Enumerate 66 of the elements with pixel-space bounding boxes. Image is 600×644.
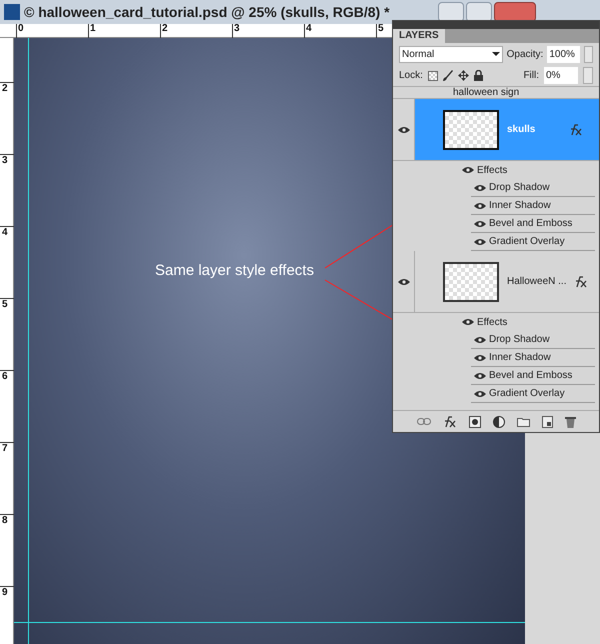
slider-arrow-button[interactable] <box>584 46 594 62</box>
ruler-number: 8 <box>2 515 8 526</box>
trash-icon[interactable] <box>564 416 576 428</box>
minimize-button[interactable] <box>438 2 464 22</box>
ruler-number: 4 <box>306 23 312 34</box>
window-title: © halloween_card_tutorial.psd @ 25% (skulls, RGB/8) * <box>24 2 390 22</box>
maximize-button[interactable] <box>466 2 492 22</box>
ruler-number: 7 <box>2 443 8 454</box>
ruler-number: 1 <box>90 23 96 34</box>
ruler-number: 6 <box>2 371 8 382</box>
ruler-number: 9 <box>2 587 8 598</box>
ruler-number: 5 <box>378 23 384 34</box>
eye-icon[interactable] <box>462 166 474 174</box>
eye-icon[interactable] <box>462 318 474 326</box>
eye-icon[interactable] <box>474 354 486 362</box>
effect-name[interactable]: Gradient Overlay <box>489 386 565 401</box>
opacity-field[interactable]: 100% <box>547 46 580 62</box>
effect-name[interactable]: Inner Shadow <box>489 198 551 213</box>
blend-mode-dropdown[interactable]: Normal <box>399 46 503 62</box>
effect-name[interactable]: Drop Shadow <box>489 332 550 347</box>
slider-arrow-button[interactable] <box>583 67 593 84</box>
ruler-number: 0 <box>18 23 24 34</box>
eye-icon[interactable] <box>474 372 486 380</box>
effects-label: Effects <box>477 316 508 330</box>
opacity-label: Opacity: <box>506 48 544 62</box>
move-icon[interactable] <box>458 70 469 81</box>
eye-icon[interactable] <box>398 278 410 286</box>
ruler-number: 3 <box>2 155 8 166</box>
padlock-icon[interactable] <box>474 70 483 81</box>
annotation-text: Same layer style effects <box>155 261 314 281</box>
link-icon[interactable] <box>416 418 430 425</box>
eye-icon[interactable] <box>474 202 486 210</box>
layers-tab[interactable]: LAYERS <box>393 29 445 43</box>
brush-icon[interactable] <box>442 70 453 81</box>
fill-label: Fill: <box>523 69 539 83</box>
ruler-number: 4 <box>2 227 8 238</box>
eye-icon[interactable] <box>474 184 486 192</box>
layer-row[interactable]: halloween sign <box>393 87 599 99</box>
eye-icon[interactable] <box>474 238 486 246</box>
eye-icon[interactable] <box>474 336 486 344</box>
mask-icon[interactable] <box>468 416 480 428</box>
effect-name[interactable]: Inner Shadow <box>489 350 551 365</box>
new-layer-icon[interactable] <box>542 416 552 428</box>
eye-icon[interactable] <box>398 126 410 134</box>
effect-name[interactable]: Drop Shadow <box>489 180 550 195</box>
eye-icon[interactable] <box>474 390 486 398</box>
layer-thumbnail <box>443 110 499 150</box>
effect-name[interactable]: Bevel and Emboss <box>489 368 572 383</box>
adjustment-icon[interactable] <box>492 416 504 428</box>
ruler-number: 5 <box>2 299 8 310</box>
eye-icon[interactable] <box>474 220 486 228</box>
ruler-number: 3 <box>234 23 240 34</box>
app-icon <box>4 4 20 20</box>
caret-icon <box>492 52 500 56</box>
layer-thumbnail <box>443 262 499 302</box>
effect-name[interactable]: Bevel and Emboss <box>489 216 572 231</box>
group-name: halloween sign <box>453 88 520 98</box>
effects-label: Effects <box>477 164 508 178</box>
fill-field[interactable]: 0% <box>544 67 578 84</box>
ruler-number: 2 <box>2 83 8 94</box>
fx-icon[interactable] <box>442 416 456 428</box>
lock-transparency-icon[interactable] <box>428 70 438 80</box>
ruler-number: 2 <box>162 23 168 34</box>
effect-name[interactable]: Gradient Overlay <box>489 234 565 249</box>
folder-icon[interactable] <box>516 416 530 426</box>
lock-label: Lock: <box>399 69 423 83</box>
